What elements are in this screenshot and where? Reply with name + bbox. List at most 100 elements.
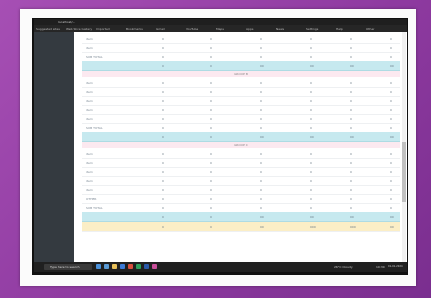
bookmark-item[interactable]: Maps [216,27,224,31]
table-cell: 0 [260,206,262,210]
row-label: SUB TOTAL [86,126,103,130]
section-title: GROUP B [234,72,248,76]
table-cell: 0 [162,117,164,121]
total-row: 0 0 00 00 00 00 [82,61,400,71]
table-cell: 0 [210,206,212,210]
bookmark-item[interactable]: Web Slice Gallery [66,27,92,31]
app-icon[interactable] [152,264,157,269]
table-cell: 0 [350,197,352,201]
table-cell: 0 [350,81,352,85]
table-cell: 0 [210,81,212,85]
table-cell: 0 [260,99,262,103]
row-label: item [86,46,93,50]
grand-total-cell: 000 [310,225,316,229]
row-label: item [86,188,93,192]
table-cell: 0 [310,188,312,192]
table-cell: 0 [310,161,312,165]
table-cell: 0 [210,152,212,156]
excel-icon[interactable] [136,264,141,269]
total-cell: 0 [210,215,212,219]
word-icon[interactable] [144,264,149,269]
table-cell: 0 [310,206,312,210]
grand-total-cell: 00 [260,225,264,229]
table-cell: 0 [260,179,262,183]
table-cell: 0 [210,188,212,192]
task-view-icon[interactable] [96,264,101,269]
table-cell: 0 [390,55,392,59]
total-cell: 0 [162,64,164,68]
table-cell: 0 [162,90,164,94]
table-cell: 0 [162,99,164,103]
total-cell: 0 [210,135,212,139]
table-cell: 0 [260,161,262,165]
table-cell: 0 [350,99,352,103]
table-cell: 0 [350,126,352,130]
total-cell: 00 [260,215,264,219]
total-cell: 00 [390,135,394,139]
grand-total-row: 0 0 00 000 000 00 [82,222,400,232]
table-cell: 0 [260,108,262,112]
section-header: GROUP C [82,142,400,148]
table-cell: 0 [310,126,312,130]
bookmark-item[interactable]: Gmail [156,27,165,31]
table-cell: 0 [260,90,262,94]
chrome-icon[interactable] [128,264,133,269]
table-cell: 0 [260,46,262,50]
row-label: item [86,179,93,183]
bookmark-item[interactable]: Bookmarks [126,27,143,31]
taskbar-search[interactable]: Type here to search [44,264,92,270]
table-cell: 0 [162,152,164,156]
table-cell: 0 [350,206,352,210]
bookmark-item[interactable]: Apps [246,27,253,31]
table-cell: 0 [210,99,212,103]
taskbar-search-placeholder: Type here to search [50,265,80,269]
page-scrollbar[interactable] [402,32,406,262]
total-row: 0 0 00 00 00 00 [82,212,400,222]
store-icon[interactable] [120,264,125,269]
table-cell: 0 [162,37,164,41]
table-cell: 0 [260,170,262,174]
table-cell: 0 [390,81,392,85]
bookmark-item[interactable]: Help [336,27,343,31]
table-cell: 0 [162,179,164,183]
table-cell: 0 [390,152,392,156]
table-cell: 0 [350,90,352,94]
table-cell: 0 [390,170,392,174]
bookmark-item[interactable]: YouTube [186,27,198,31]
table-cell: 0 [260,188,262,192]
bookmark-item[interactable]: Other [366,27,375,31]
table-cell: 0 [350,179,352,183]
table-cell: 0 [390,99,392,103]
table-cell: 0 [310,55,312,59]
windows-taskbar: Type here to search 26°C Cloudy 10:30 01… [34,262,407,272]
row-label: SUB TOTAL [86,55,103,59]
grand-total-cell: 0 [210,225,212,229]
grand-total-cell: 0 [162,225,164,229]
table-cell: 0 [390,206,392,210]
table-cell: 0 [210,161,212,165]
table-cell: 0 [390,179,392,183]
table-cell: 0 [350,152,352,156]
edge-icon[interactable] [104,264,109,269]
table-cell: 0 [210,90,212,94]
row-label: item [86,37,93,41]
table-cell: 0 [162,197,164,201]
bookmark-item[interactable]: Settings [306,27,318,31]
bookmark-item[interactable]: Suggested sites [36,27,60,31]
table-cell: 0 [390,108,392,112]
table-cell: 0 [390,126,392,130]
weather-text: 26°C Cloudy [334,265,353,269]
table-cell: 0 [260,197,262,201]
total-cell: 00 [390,64,394,68]
folder-icon[interactable] [112,264,117,269]
browser-title: localhost/... [58,20,76,24]
bookmark-item[interactable]: News [276,27,284,31]
row-label: item [86,99,93,103]
total-cell: 00 [350,64,354,68]
table-cell: 0 [162,81,164,85]
table-cell: 0 [162,55,164,59]
bookmark-item[interactable]: Imported [96,27,110,31]
table-cell: 0 [210,108,212,112]
table-cell: 0 [210,197,212,201]
scrollbar-thumb[interactable] [402,142,406,202]
